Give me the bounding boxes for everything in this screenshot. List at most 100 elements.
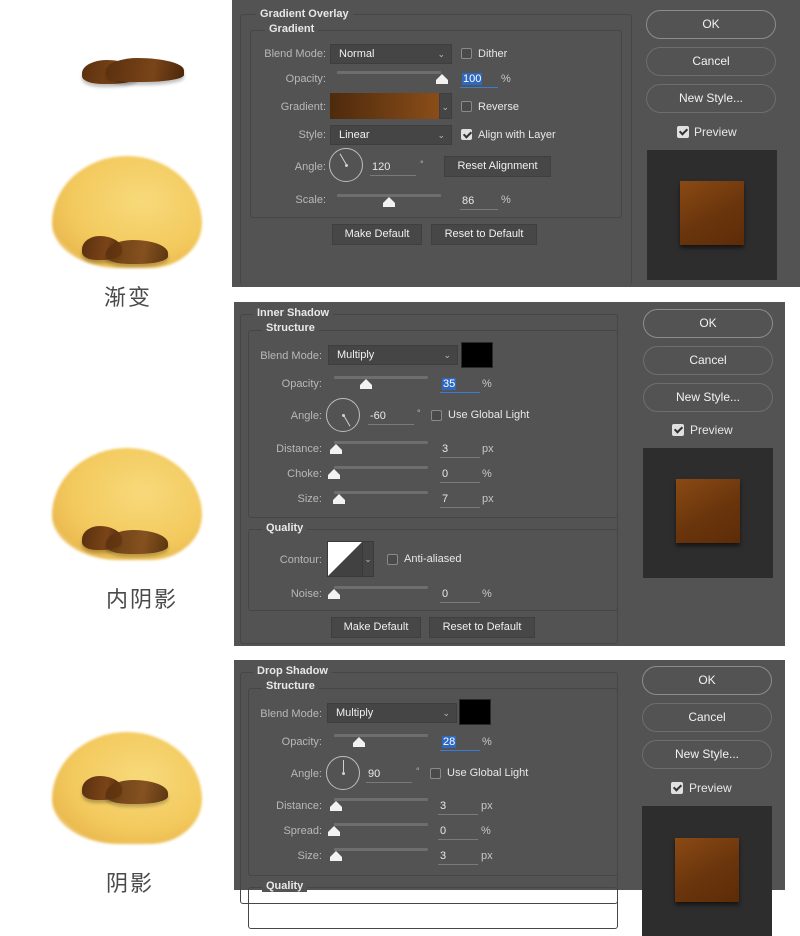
- preview-checkbox[interactable]: [672, 424, 684, 436]
- illustration-drop-shadow: 阴影: [0, 660, 232, 897]
- size-label: Size:: [297, 850, 322, 862]
- preview-label: Preview: [689, 781, 732, 795]
- chevron-down-icon: ⌄: [437, 130, 445, 140]
- reverse-label: Reverse: [478, 101, 519, 113]
- chevron-down-icon: ⌄: [442, 708, 450, 718]
- feet-image: [82, 56, 192, 90]
- anti-aliased-checkbox[interactable]: [387, 554, 398, 565]
- distance-unit: px: [482, 443, 494, 455]
- size-input[interactable]: 3: [438, 849, 478, 865]
- size-slider-track[interactable]: [334, 848, 428, 851]
- opacity-slider-track[interactable]: [334, 734, 428, 737]
- opacity-unit: %: [482, 378, 492, 390]
- scale-input[interactable]: 86: [460, 194, 498, 210]
- blend-mode-value: Multiply: [336, 707, 374, 719]
- opacity-input[interactable]: 28: [440, 735, 480, 751]
- preview-square: [676, 479, 740, 543]
- gradient-dropdown[interactable]: ⌄: [439, 93, 452, 119]
- make-default-button[interactable]: Make Default: [332, 224, 422, 245]
- contour-picker[interactable]: [327, 541, 363, 577]
- new-style-button[interactable]: New Style...: [643, 383, 773, 412]
- blend-mode-select[interactable]: Normal ⌄: [330, 44, 452, 64]
- preview-thumbnail: [642, 806, 772, 936]
- blend-mode-select[interactable]: Multiply ⌄: [327, 703, 457, 723]
- caption-drop-shadow: 阴影: [106, 872, 155, 897]
- opacity-input[interactable]: 100: [460, 72, 498, 88]
- angle-input[interactable]: 120: [370, 160, 416, 176]
- feet-image: [82, 526, 172, 556]
- new-style-button[interactable]: New Style...: [646, 84, 776, 113]
- size-unit: px: [481, 850, 493, 862]
- group-title: Gradient: [265, 23, 319, 35]
- angle-label: Angle:: [290, 410, 322, 422]
- preview-label: Preview: [690, 423, 733, 437]
- cancel-button[interactable]: Cancel: [642, 703, 772, 732]
- distance-label: Distance:: [276, 443, 322, 455]
- preview-square: [680, 181, 744, 245]
- cancel-button[interactable]: Cancel: [646, 47, 776, 76]
- dither-label: Dither: [478, 48, 508, 60]
- use-global-light-checkbox[interactable]: [431, 410, 442, 421]
- align-with-layer-checkbox[interactable]: [461, 129, 472, 140]
- contour-label: Contour:: [279, 554, 322, 566]
- preview-checkbox[interactable]: [677, 126, 689, 138]
- distance-label: Distance:: [276, 800, 322, 812]
- reset-to-default-button[interactable]: Reset to Default: [429, 617, 535, 638]
- size-slider-track[interactable]: [334, 491, 428, 494]
- blend-mode-label: Blend Mode:: [260, 708, 322, 720]
- opacity-slider-track[interactable]: [334, 376, 428, 379]
- angle-label: Angle:: [294, 161, 326, 173]
- new-style-button[interactable]: New Style...: [642, 740, 772, 769]
- blend-mode-select[interactable]: Multiply ⌄: [328, 345, 458, 365]
- reset-to-default-button[interactable]: Reset to Default: [431, 224, 537, 245]
- angle-dial[interactable]: [326, 398, 360, 432]
- style-select[interactable]: Linear ⌄: [330, 125, 452, 145]
- noise-input[interactable]: 0: [440, 587, 480, 603]
- distance-input[interactable]: 3: [438, 799, 478, 815]
- opacity-slider-track[interactable]: [337, 71, 441, 74]
- dither-checkbox[interactable]: [461, 48, 472, 59]
- choke-slider-track[interactable]: [334, 466, 428, 469]
- shadow-color-swatch[interactable]: [459, 699, 491, 725]
- reverse-checkbox[interactable]: [461, 101, 472, 112]
- angle-input[interactable]: -60: [368, 409, 414, 425]
- gradient-swatch[interactable]: [330, 93, 439, 119]
- opacity-label: Opacity:: [281, 736, 322, 748]
- scale-slider-track[interactable]: [337, 194, 441, 197]
- opacity-input[interactable]: 35: [440, 377, 480, 393]
- shadow-color-swatch[interactable]: [461, 342, 493, 368]
- spread-slider-track[interactable]: [334, 823, 428, 826]
- distance-slider-track[interactable]: [334, 798, 428, 801]
- distance-input[interactable]: 3: [440, 442, 480, 458]
- noise-slider-track[interactable]: [334, 586, 428, 589]
- distance-slider-track[interactable]: [334, 441, 428, 444]
- angle-dial[interactable]: [326, 756, 360, 790]
- opacity-unit: %: [501, 73, 511, 85]
- use-global-light-checkbox[interactable]: [430, 768, 441, 779]
- ok-button[interactable]: OK: [642, 666, 772, 695]
- angle-dial[interactable]: [329, 148, 363, 182]
- angle-input[interactable]: 90: [366, 767, 412, 783]
- noise-unit: %: [482, 588, 492, 600]
- drop-shadow-dialog: Drop Shadow Structure Blend Mode: Multip…: [234, 660, 785, 936]
- choke-input[interactable]: 0: [440, 467, 480, 483]
- contour-dropdown[interactable]: ⌄: [362, 541, 374, 577]
- use-global-light-label: Use Global Light: [447, 767, 529, 779]
- preview-checkbox[interactable]: [671, 782, 683, 794]
- preview-square: [675, 838, 739, 902]
- opacity-label: Opacity:: [285, 73, 326, 85]
- ok-button[interactable]: OK: [646, 10, 776, 39]
- reset-alignment-button[interactable]: Reset Alignment: [444, 156, 551, 177]
- size-input[interactable]: 7: [440, 492, 480, 508]
- section-title: Drop Shadow: [253, 665, 332, 677]
- spread-unit: %: [481, 825, 491, 837]
- chevron-down-icon: ⌄: [443, 350, 451, 360]
- cancel-button[interactable]: Cancel: [643, 346, 773, 375]
- spread-input[interactable]: 0: [438, 824, 478, 840]
- blend-mode-label: Blend Mode:: [264, 48, 326, 60]
- illustration-gradient: 渐变: [0, 0, 232, 311]
- style-value: Linear: [339, 129, 370, 141]
- chevron-down-icon: ⌄: [441, 102, 449, 112]
- ok-button[interactable]: OK: [643, 309, 773, 338]
- make-default-button[interactable]: Make Default: [331, 617, 421, 638]
